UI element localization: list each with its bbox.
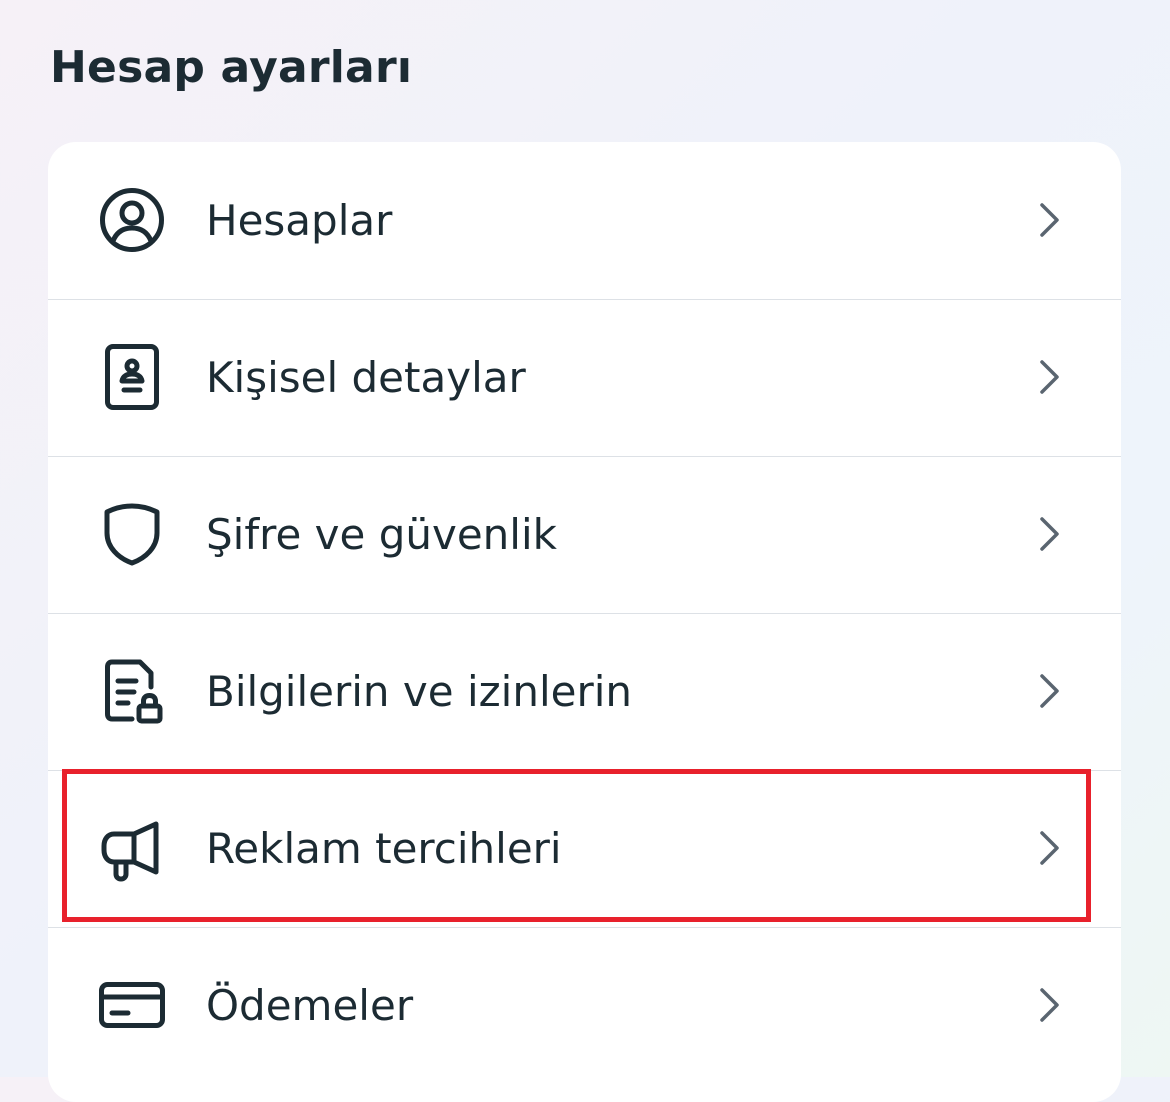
chevron-right-icon	[1033, 359, 1065, 395]
menu-item-payments[interactable]: Ödemeler	[48, 927, 1121, 1084]
credit-card-icon	[98, 971, 166, 1039]
menu-item-label: Hesaplar	[206, 195, 393, 245]
menu-item-accounts[interactable]: Hesaplar	[48, 142, 1121, 299]
document-lock-icon	[98, 657, 166, 725]
menu-item-label: Şifre ve güvenlik	[206, 509, 557, 559]
menu-item-personal-details[interactable]: Kişisel detaylar	[48, 299, 1121, 456]
id-card-icon	[98, 343, 166, 411]
menu-item-ad-preferences[interactable]: Reklam tercihleri	[48, 770, 1121, 927]
chevron-right-icon	[1033, 673, 1065, 709]
chevron-right-icon	[1033, 830, 1065, 866]
chevron-right-icon	[1033, 202, 1065, 238]
menu-item-label: Bilgilerin ve izinlerin	[206, 666, 633, 716]
chevron-right-icon	[1033, 987, 1065, 1023]
page-title: Hesap ayarları	[50, 42, 413, 93]
shield-icon	[98, 500, 166, 568]
menu-item-label: Kişisel detaylar	[206, 352, 526, 402]
menu-item-info-permissions[interactable]: Bilgilerin ve izinlerin	[48, 613, 1121, 770]
menu-item-label: Ödemeler	[206, 980, 414, 1030]
megaphone-icon	[98, 814, 166, 882]
account-settings-card: Hesaplar Kişisel detaylar Şifre ve güven…	[48, 142, 1121, 1102]
account-circle-icon	[98, 186, 166, 254]
chevron-right-icon	[1033, 516, 1065, 552]
menu-item-label: Reklam tercihleri	[206, 823, 562, 873]
menu-item-password-security[interactable]: Şifre ve güvenlik	[48, 456, 1121, 613]
